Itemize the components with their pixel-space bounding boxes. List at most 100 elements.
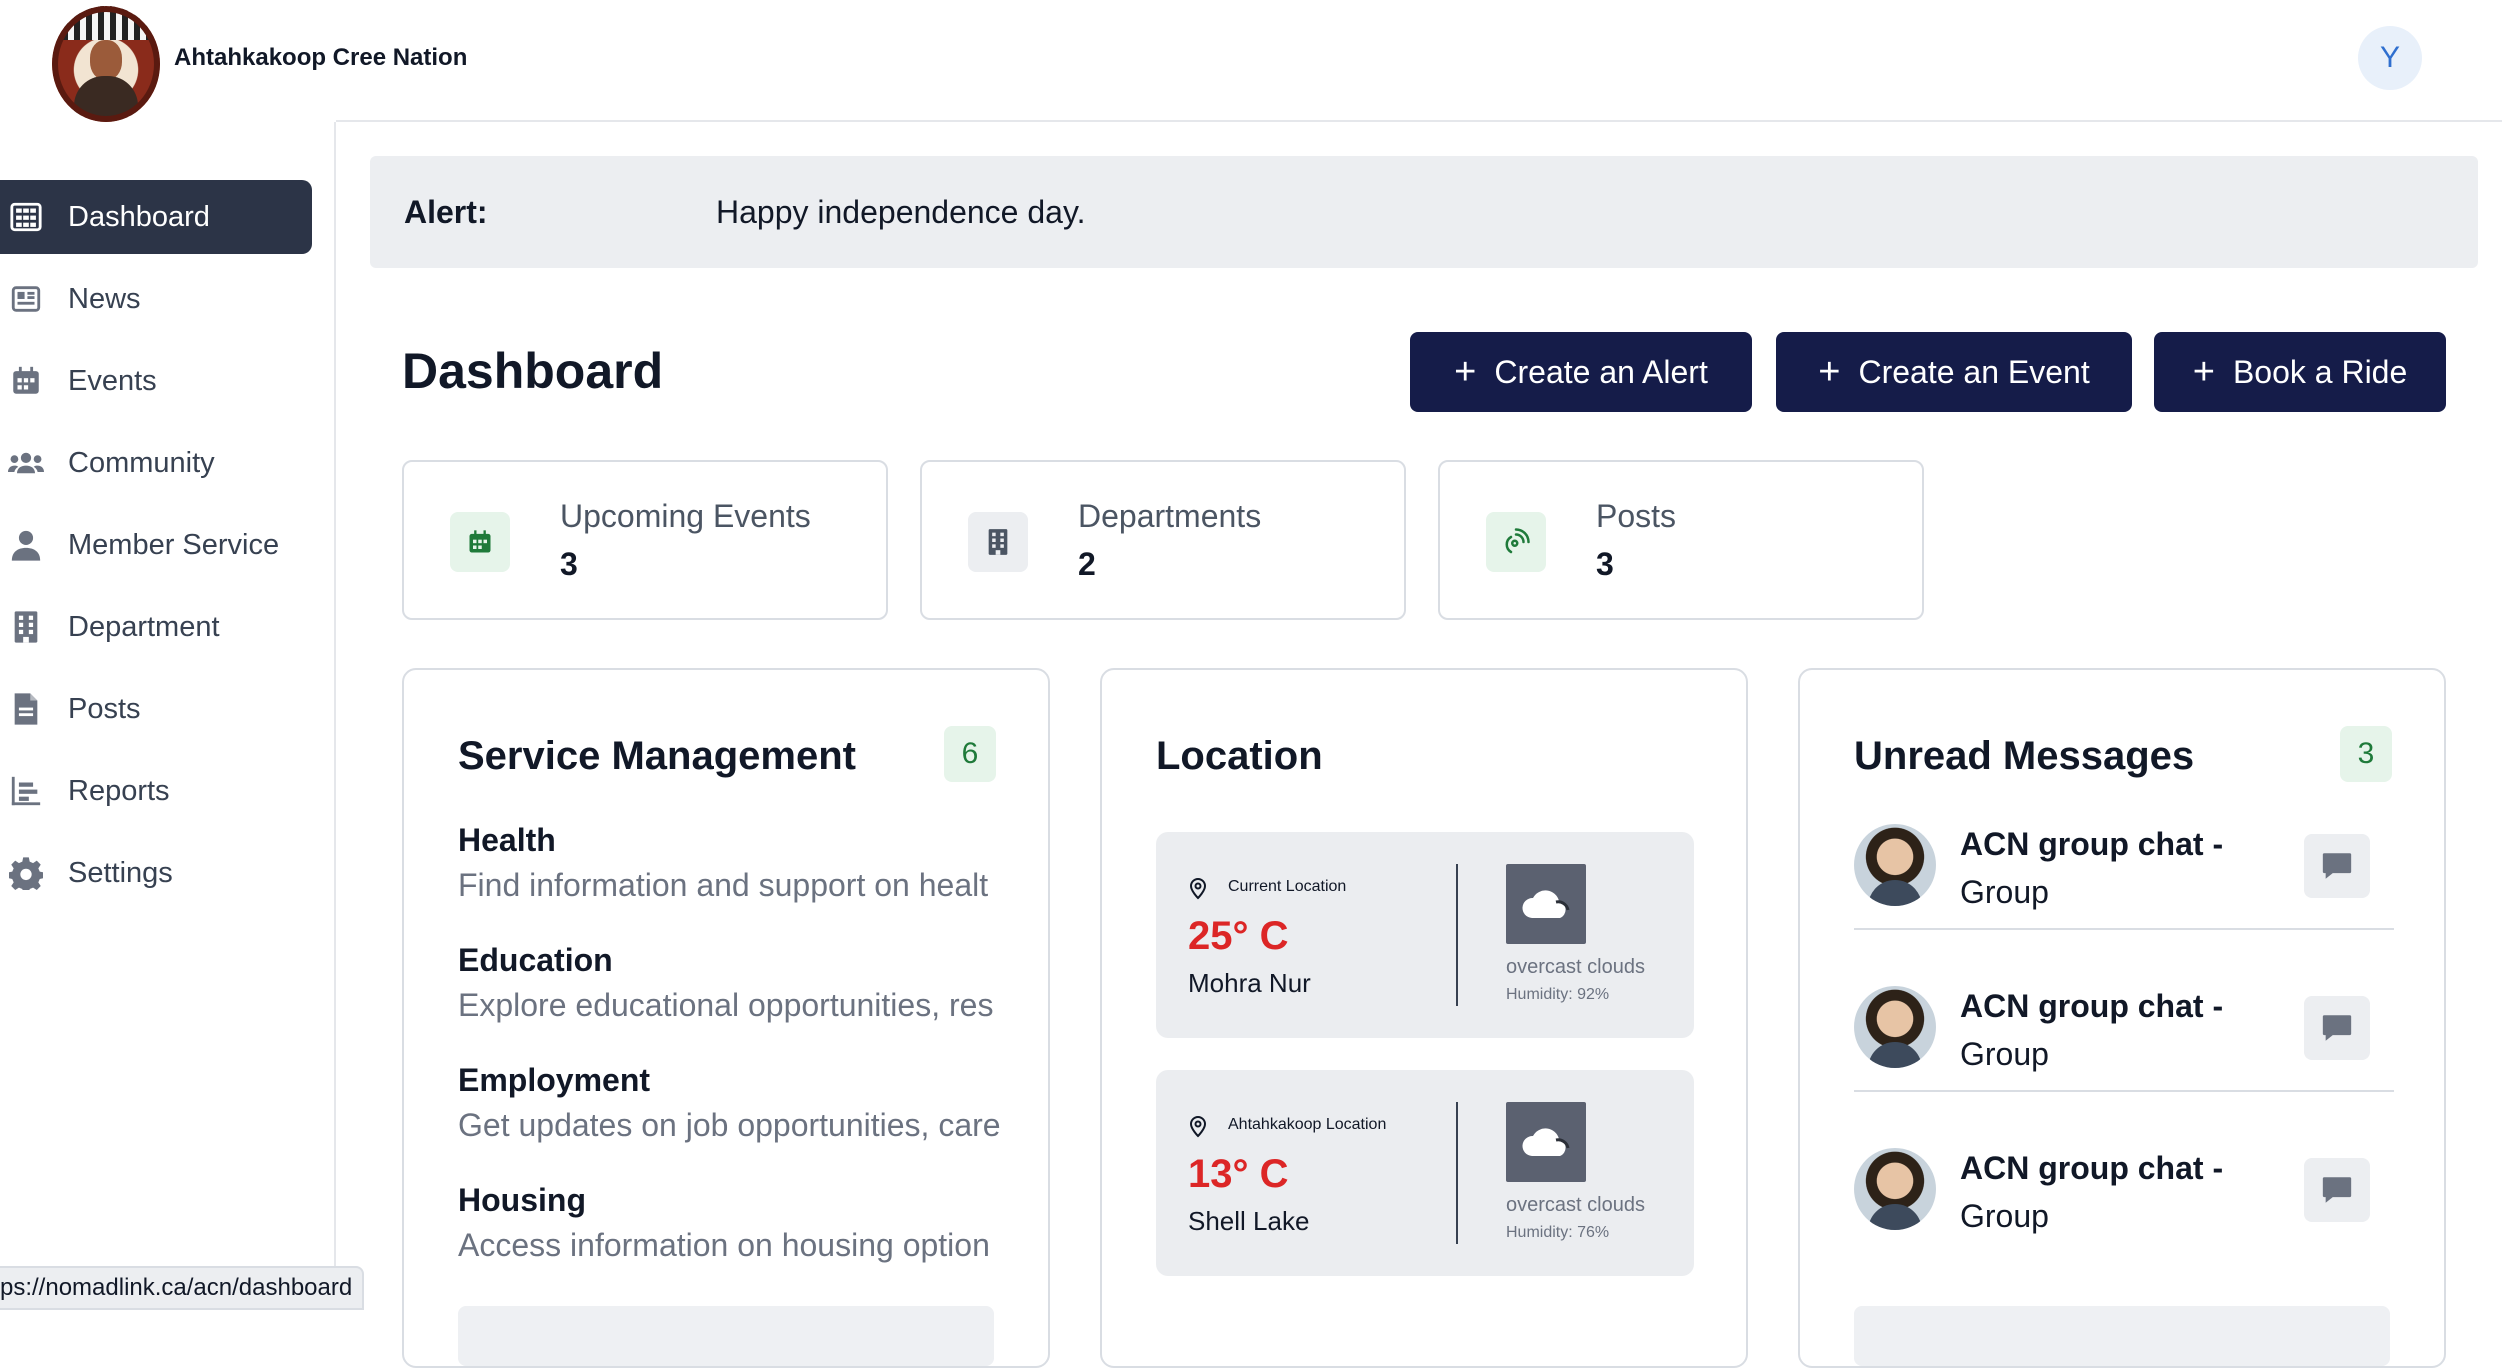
cloud-icon	[1506, 1102, 1586, 1182]
stat-value: 3	[1596, 546, 1614, 582]
avatar	[1854, 986, 1936, 1068]
sidebar-item-settings[interactable]: Settings	[0, 836, 312, 910]
sidebar-item-label: Reports	[68, 774, 170, 807]
sidebar-item-dashboard[interactable]: Dashboard	[0, 180, 312, 254]
service-item-housing[interactable]: Housing Access information on housing op…	[458, 1182, 1028, 1264]
sidebar-item-member-service[interactable]: Member Service	[0, 508, 312, 582]
sidebar-item-events[interactable]: Events	[0, 344, 312, 418]
book-ride-label: Book a Ride	[2232, 353, 2408, 390]
create-event-button[interactable]: + Create an Event	[1776, 332, 2132, 412]
weather-card-ahtahkakoop: Ahtahkakoop Location 13° C Shell Lake ov…	[1156, 1070, 1694, 1276]
nation-logo[interactable]	[52, 6, 160, 122]
sidebar: Dashboard News Events Community Member S…	[0, 122, 336, 1310]
view-all-messages-button[interactable]	[1854, 1306, 2390, 1366]
alert-message: Happy independence day.	[716, 193, 1086, 230]
chat-bubble-icon[interactable]	[2304, 1158, 2370, 1222]
stat-posts[interactable]: Posts 3	[1438, 460, 1924, 620]
user-icon	[6, 525, 46, 565]
service-desc: Find information and support on healt	[458, 867, 989, 903]
bar-chart-icon	[6, 771, 46, 811]
card-title: Location	[1156, 734, 1323, 778]
location-caption: Current Location	[1228, 878, 1347, 895]
service-title: Health	[458, 822, 556, 858]
service-management-card: Service Management 6 Health Find informa…	[402, 668, 1050, 1368]
plus-icon: +	[1454, 351, 1477, 393]
chat-type: Group	[1960, 1198, 2049, 1234]
calendar-icon	[6, 361, 46, 401]
service-item-employment[interactable]: Employment Get updates on job opportunit…	[458, 1062, 1028, 1144]
newspaper-icon	[6, 279, 46, 319]
sidebar-item-community[interactable]: Community	[0, 426, 312, 500]
humidity: Humidity: 92%	[1506, 986, 1610, 1003]
broadcast-icon	[1486, 512, 1546, 572]
stat-upcoming-events[interactable]: Upcoming Events 3	[402, 460, 888, 620]
chat-bubble-icon[interactable]	[2304, 996, 2370, 1060]
create-alert-button[interactable]: + Create an Alert	[1410, 332, 1752, 412]
humidity: Humidity: 76%	[1506, 1224, 1610, 1241]
map-pin-icon	[1189, 878, 1207, 900]
chat-name: ACN group chat -	[1960, 826, 2224, 862]
status-url-bar: ps://nomadlink.ca/acn/dashboard	[0, 1266, 365, 1310]
card-title: Unread Messages	[1854, 734, 2195, 778]
chat-bubble-icon[interactable]	[2304, 834, 2370, 898]
sidebar-item-news[interactable]: News	[0, 262, 312, 336]
chat-name: ACN group chat -	[1960, 1150, 2224, 1186]
chat-type: Group	[1960, 1036, 2049, 1072]
temperature: 25° C	[1188, 914, 1289, 958]
main-content: Alert: Happy independence day. Dashboard…	[336, 122, 2502, 1368]
book-ride-button[interactable]: + Book a Ride	[2154, 332, 2446, 412]
message-title: ACN group chat - Group	[1960, 1144, 2280, 1240]
card-title: Service Management	[458, 734, 856, 778]
service-item-health[interactable]: Health Find information and support on h…	[458, 822, 1028, 904]
plus-icon: +	[1818, 351, 1841, 393]
alert-banner: Alert: Happy independence day.	[370, 156, 2478, 268]
gear-icon	[6, 853, 46, 893]
create-event-label: Create an Event	[1858, 353, 2090, 390]
sidebar-item-label: Settings	[68, 856, 173, 889]
sidebar-item-reports[interactable]: Reports	[0, 754, 312, 828]
service-title: Housing	[458, 1182, 586, 1218]
stat-label: Posts	[1596, 498, 1677, 534]
sidebar-item-label: Member Service	[68, 528, 280, 561]
stat-label: Departments	[1078, 498, 1262, 534]
document-icon	[6, 689, 46, 729]
message-title: ACN group chat - Group	[1960, 982, 2280, 1078]
location-card: Location Current Location 25° C Mohra Nu…	[1100, 668, 1748, 1368]
sidebar-item-label: Department	[68, 610, 220, 643]
count-badge: 3	[2340, 726, 2392, 782]
sidebar-item-department[interactable]: Department	[0, 590, 312, 664]
temperature: 13° C	[1188, 1152, 1289, 1196]
count-badge: 6	[944, 726, 996, 782]
sidebar-item-posts[interactable]: Posts	[0, 672, 312, 746]
weather-condition: overcast clouds	[1506, 956, 1645, 978]
cloud-icon	[1506, 864, 1586, 944]
message-item[interactable]: ACN group chat - Group	[1854, 1148, 2394, 1310]
row-divider	[1854, 928, 2394, 930]
sidebar-item-label: Community	[68, 446, 215, 479]
map-pin-icon	[1189, 1116, 1207, 1138]
create-alert-label: Create an Alert	[1494, 353, 1708, 390]
stat-value: 3	[560, 546, 578, 582]
building-icon	[968, 512, 1028, 572]
weather-condition: overcast clouds	[1506, 1194, 1645, 1216]
stat-departments[interactable]: Departments 2	[920, 460, 1406, 620]
sidebar-item-label: Events	[68, 364, 157, 397]
service-title: Education	[458, 942, 613, 978]
unread-messages-card: Unread Messages 3 ACN group chat - Group …	[1798, 668, 2446, 1368]
weather-divider	[1456, 864, 1458, 1006]
service-item-education[interactable]: Education Explore educational opportunit…	[458, 942, 1028, 1024]
avatar	[1854, 1148, 1936, 1230]
alert-label: Alert:	[404, 193, 488, 230]
user-avatar[interactable]: Y	[2358, 26, 2422, 90]
weather-divider	[1456, 1102, 1458, 1244]
message-item[interactable]: ACN group chat - Group	[1854, 824, 2394, 986]
stat-label: Upcoming Events	[560, 498, 811, 534]
message-item[interactable]: ACN group chat - Group	[1854, 986, 2394, 1148]
location-caption: Ahtahkakoop Location	[1228, 1116, 1387, 1133]
users-icon	[6, 443, 46, 483]
brand-name: Ahtahkakoop Cree Nation	[174, 44, 468, 71]
view-all-services-button[interactable]	[458, 1306, 994, 1366]
city-name: Mohra Nur	[1188, 968, 1311, 998]
chat-name: ACN group chat -	[1960, 988, 2224, 1024]
plus-icon: +	[2192, 351, 2215, 393]
